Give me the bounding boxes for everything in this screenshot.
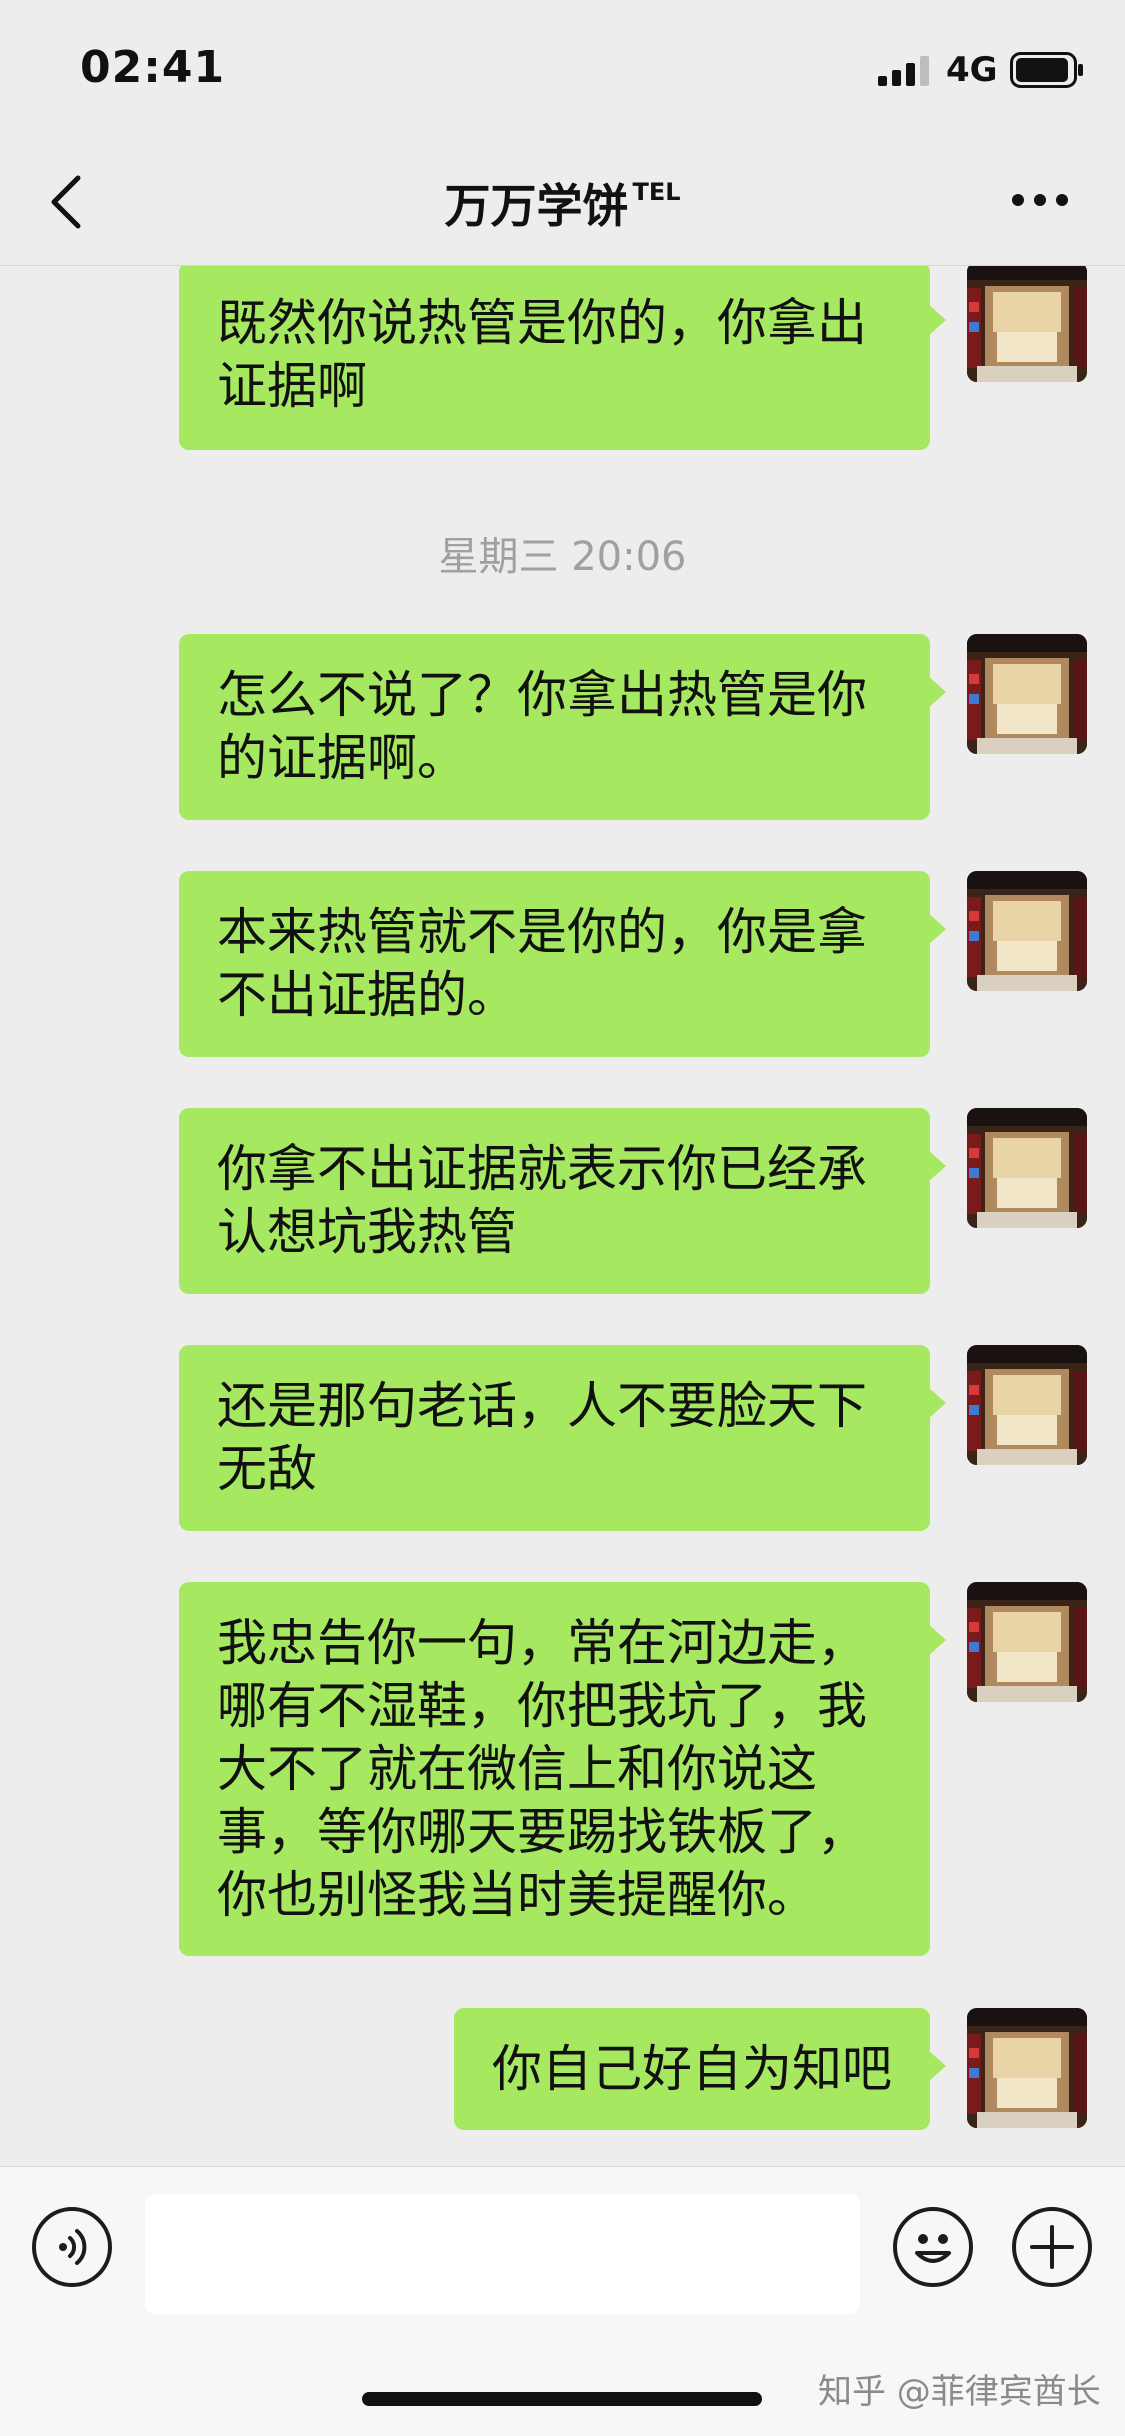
- message-line: 我忠告你一句，常在河边走，: [217, 1614, 867, 1672]
- contact-name: 万万学饼: [444, 179, 629, 233]
- plus-icon[interactable]: [1012, 2207, 1092, 2287]
- avatar[interactable]: [967, 1345, 1087, 1465]
- message-bubble[interactable]: 还是那句老话，人不要脸天下 无敌: [179, 1345, 946, 1531]
- message-bubble[interactable]: 我忠告你一句，常在河边走， 哪有不湿鞋，你把我坑了，我 大不了就在微信上和你说这…: [179, 1582, 946, 1956]
- avatar-image: [967, 1582, 1087, 1702]
- signal-icon: [878, 56, 929, 86]
- avatar-image: [967, 266, 1087, 382]
- message-bubble[interactable]: 你拿不出证据就表示你已经承 认想坑我热管: [179, 1108, 946, 1294]
- message-list[interactable]: 既然你说热管是你的，你拿出 证据啊 星期三 20:06 怎么不说了？你拿出热管是…: [0, 266, 1125, 2166]
- message-line: 还是那句老话，人不要脸天下: [217, 1377, 867, 1435]
- message-bubble[interactable]: 你自己好自为知吧: [454, 2008, 946, 2130]
- message-line: 你拿不出证据就表示你已经承: [217, 1140, 867, 1198]
- message-line: 证据啊: [217, 357, 367, 415]
- avatar[interactable]: [967, 1108, 1087, 1228]
- chat-title[interactable]: 万万学饼 TEL: [0, 170, 1125, 236]
- avatar[interactable]: [967, 266, 1087, 382]
- message-line: 怎么不说了？你拿出热管是你: [217, 666, 867, 724]
- avatar-image: [967, 634, 1087, 754]
- timestamp: 星期三 20:06: [438, 534, 687, 580]
- avatar[interactable]: [967, 1582, 1087, 1702]
- message-line: 不出证据的。: [217, 966, 517, 1024]
- avatar-image: [967, 2008, 1087, 2128]
- chat-header: 万万学饼 TEL: [0, 140, 1125, 266]
- avatar-image: [967, 1345, 1087, 1465]
- message-line: 你也别怪我当时美提醒你。: [217, 1866, 817, 1924]
- message-line: 本来热管就不是你的，你是拿: [217, 903, 867, 961]
- emoji-icon[interactable]: [893, 2207, 973, 2287]
- more-icon[interactable]: [1010, 192, 1070, 208]
- voice-icon[interactable]: [32, 2207, 112, 2287]
- message-input[interactable]: [145, 2194, 860, 2314]
- avatar-image: [967, 1108, 1087, 1228]
- message-line: 无敌: [217, 1440, 317, 1498]
- watermark: 知乎 @菲律宾酋长: [818, 2372, 1101, 2412]
- status-bar: 02:41 4G: [0, 0, 1125, 140]
- avatar[interactable]: [967, 634, 1087, 754]
- message-line: 大不了就在微信上和你说这: [217, 1740, 817, 1798]
- avatar[interactable]: [967, 2008, 1087, 2128]
- message-line: 哪有不湿鞋，你把我坑了，我: [217, 1677, 867, 1735]
- avatar[interactable]: [967, 871, 1087, 991]
- home-indicator[interactable]: [362, 2392, 762, 2406]
- avatar-image: [967, 871, 1087, 991]
- message-line: 既然你说热管是你的，你拿出: [217, 294, 867, 352]
- message-line: 事，等你哪天要踢找铁板了，: [217, 1803, 867, 1861]
- status-time: 02:41: [80, 42, 226, 93]
- network-type: 4G: [946, 50, 998, 90]
- message-line: 的证据啊。: [217, 729, 467, 787]
- message-line: 认想坑我热管: [217, 1203, 517, 1261]
- message-bubble[interactable]: 本来热管就不是你的，你是拿 不出证据的。: [179, 871, 946, 1057]
- message-bubble[interactable]: 怎么不说了？你拿出热管是你 的证据啊。: [179, 634, 946, 820]
- message-bubble[interactable]: 既然你说热管是你的，你拿出 证据啊: [179, 266, 946, 450]
- battery-icon: [1010, 52, 1083, 88]
- title-badge: TEL: [632, 178, 681, 206]
- message-line: 你自己好自为知吧: [492, 2040, 892, 2098]
